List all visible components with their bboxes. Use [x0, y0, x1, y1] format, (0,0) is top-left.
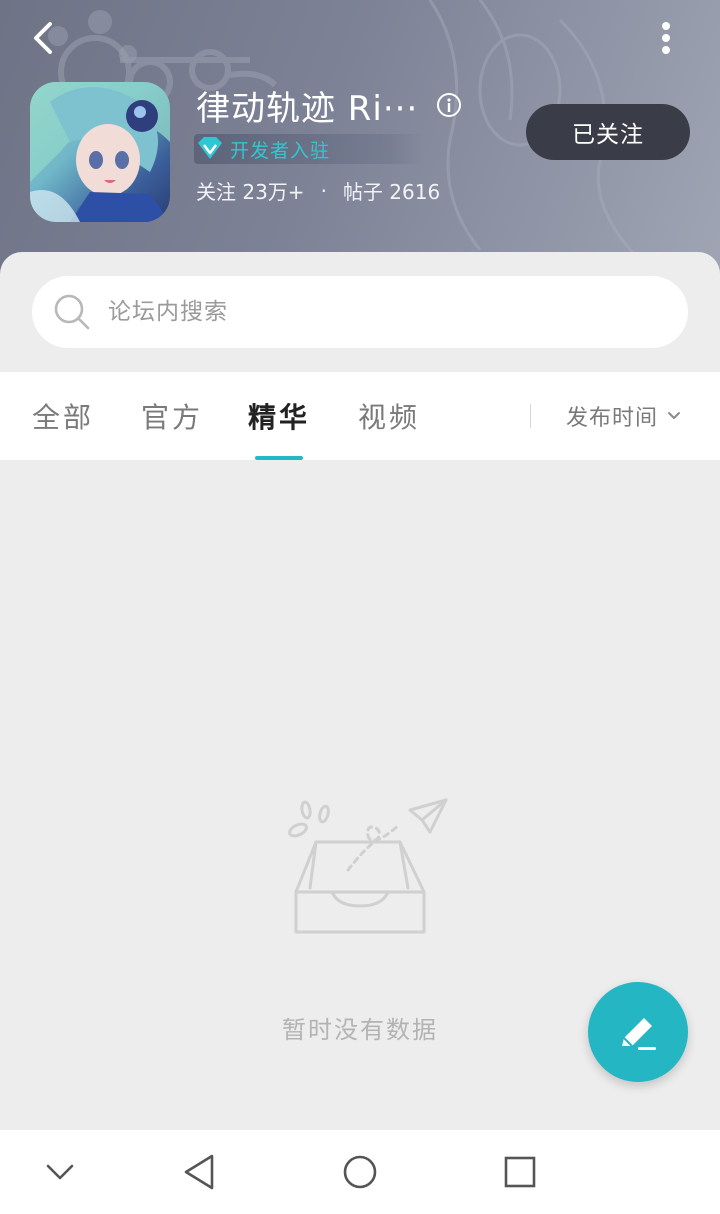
nav-back-icon[interactable] — [180, 1152, 220, 1192]
developer-badge: 开发者入驻 — [194, 134, 424, 164]
tab-video[interactable]: 视频 — [358, 372, 420, 460]
back-arrow-icon — [34, 22, 52, 54]
follow-count: 关注 23万+ — [196, 180, 305, 204]
tab-all[interactable]: 全部 — [32, 372, 94, 460]
nav-recents-icon[interactable] — [500, 1152, 540, 1192]
forum-title: 律动轨迹 Ri··· — [196, 88, 419, 129]
sort-dropdown[interactable]: 发布时间 — [566, 372, 682, 460]
compose-post-button[interactable] — [588, 982, 688, 1082]
forum-header: 律动轨迹 Ri··· 开发者入驻 关注 23万+ · 帖子 2616 已关注 — [0, 0, 720, 280]
empty-inbox-icon — [288, 798, 448, 934]
title-row: 律动轨迹 Ri··· — [196, 80, 462, 130]
info-icon[interactable] — [436, 92, 462, 118]
follow-button[interactable]: 已关注 — [526, 104, 690, 160]
pen-icon — [622, 1018, 656, 1050]
chevron-down-icon[interactable] — [40, 1152, 80, 1192]
back-button[interactable] — [24, 16, 64, 60]
diamond-icon — [198, 137, 222, 159]
post-count: 帖子 2616 — [342, 180, 441, 204]
search-box[interactable] — [32, 276, 688, 348]
chevron-down-icon — [668, 412, 681, 419]
search-panel — [0, 252, 720, 372]
active-tab-indicator — [255, 456, 303, 460]
nav-home-icon[interactable] — [340, 1152, 380, 1192]
avatar-illustration — [30, 82, 170, 222]
forum-avatar[interactable] — [30, 82, 170, 222]
search-icon — [54, 294, 90, 330]
stat-separator: · — [320, 178, 327, 203]
search-input[interactable] — [106, 298, 630, 326]
tab-featured[interactable]: 精华 — [248, 372, 310, 460]
system-nav-bar — [0, 1130, 720, 1214]
tab-divider — [530, 404, 531, 428]
developer-badge-label: 开发者入驻 — [230, 139, 331, 162]
more-options-button[interactable] — [648, 16, 684, 60]
tab-official[interactable]: 官方 — [141, 372, 203, 460]
more-vertical-icon — [662, 22, 670, 54]
sort-label: 发布时间 — [566, 406, 659, 431]
forum-stats: 关注 23万+ · 帖子 2616 — [196, 176, 440, 205]
